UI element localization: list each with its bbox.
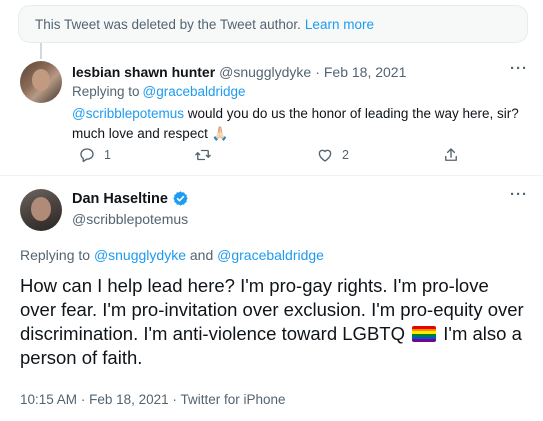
tweet-divider bbox=[0, 175, 543, 176]
avatar-dan-haseltine[interactable] bbox=[20, 189, 62, 231]
separator-dot: · bbox=[315, 64, 320, 80]
verified-badge-icon bbox=[173, 191, 188, 206]
retweet-icon bbox=[195, 149, 211, 161]
reply-tweet-header: lesbian shawn hunter @snugglydyke · Feb … bbox=[72, 64, 406, 80]
reply-count: 1 bbox=[104, 148, 111, 162]
avatar-lesbian-shawn-hunter[interactable] bbox=[20, 61, 62, 103]
tweet-time[interactable]: 10:15 AM bbox=[20, 392, 77, 407]
more-icon[interactable]: ··· bbox=[510, 186, 528, 203]
reply-context: Replying to @gracebaldridge bbox=[72, 84, 246, 99]
meta-separator: · bbox=[172, 392, 177, 407]
tweet-meta: 10:15 AM · Feb 18, 2021 · Twitter for iP… bbox=[20, 392, 285, 407]
tweet-client[interactable]: Twitter for iPhone bbox=[180, 392, 285, 407]
reply-tweet-actions: 1 2 bbox=[72, 146, 462, 168]
and-label: and bbox=[189, 247, 214, 263]
reply-tweet-text: @scribblepotemus would you do us the hon… bbox=[72, 104, 522, 144]
like-button[interactable]: 2 bbox=[316, 146, 349, 164]
main-author-name[interactable]: Dan Haseltine bbox=[72, 191, 168, 207]
reply-author-name[interactable]: lesbian shawn hunter bbox=[72, 64, 215, 80]
deleted-notice-text: This Tweet was deleted by the Tweet auth… bbox=[35, 16, 301, 32]
main-tweet-author: Dan Haseltine bbox=[72, 190, 189, 207]
main-tweet-text: How can I help lead here? I'm pro-gay ri… bbox=[20, 274, 525, 370]
thread-connector-line bbox=[40, 43, 42, 59]
more-icon[interactable]: ··· bbox=[510, 60, 528, 77]
reply-button[interactable]: 1 bbox=[78, 146, 111, 164]
replying-to-handle-link-1[interactable]: @snugglydyke bbox=[94, 247, 186, 263]
rainbow-flag-icon bbox=[412, 326, 437, 342]
reply-tweet-date[interactable]: Feb 18, 2021 bbox=[324, 64, 407, 80]
main-author-handle[interactable]: @scribblepotemus bbox=[72, 211, 188, 227]
meta-separator: · bbox=[80, 392, 86, 407]
reply-icon bbox=[80, 148, 94, 163]
learn-more-link[interactable]: Learn more bbox=[305, 17, 374, 32]
main-reply-context: Replying to @snugglydyke and @gracebaldr… bbox=[20, 247, 324, 263]
share-icon bbox=[445, 148, 457, 161]
mention-link[interactable]: @scribblepotemus bbox=[72, 106, 184, 121]
like-icon bbox=[318, 149, 332, 162]
replying-to-handle-link-2[interactable]: @gracebaldridge bbox=[217, 247, 324, 263]
tweet-date[interactable]: Feb 18, 2021 bbox=[89, 392, 169, 407]
avatar-face bbox=[31, 197, 51, 221]
reply-author-handle[interactable]: @snugglydyke bbox=[219, 64, 311, 80]
retweet-button[interactable] bbox=[194, 146, 220, 164]
replying-to-handle-link[interactable]: @gracebaldridge bbox=[143, 84, 246, 99]
deleted-tweet-notice: This Tweet was deleted by the Tweet auth… bbox=[18, 5, 528, 43]
share-button[interactable] bbox=[442, 146, 460, 164]
replying-to-label: Replying to bbox=[72, 84, 140, 99]
avatar-face bbox=[32, 69, 50, 91]
replying-to-label: Replying to bbox=[20, 247, 91, 263]
like-count: 2 bbox=[342, 148, 349, 162]
